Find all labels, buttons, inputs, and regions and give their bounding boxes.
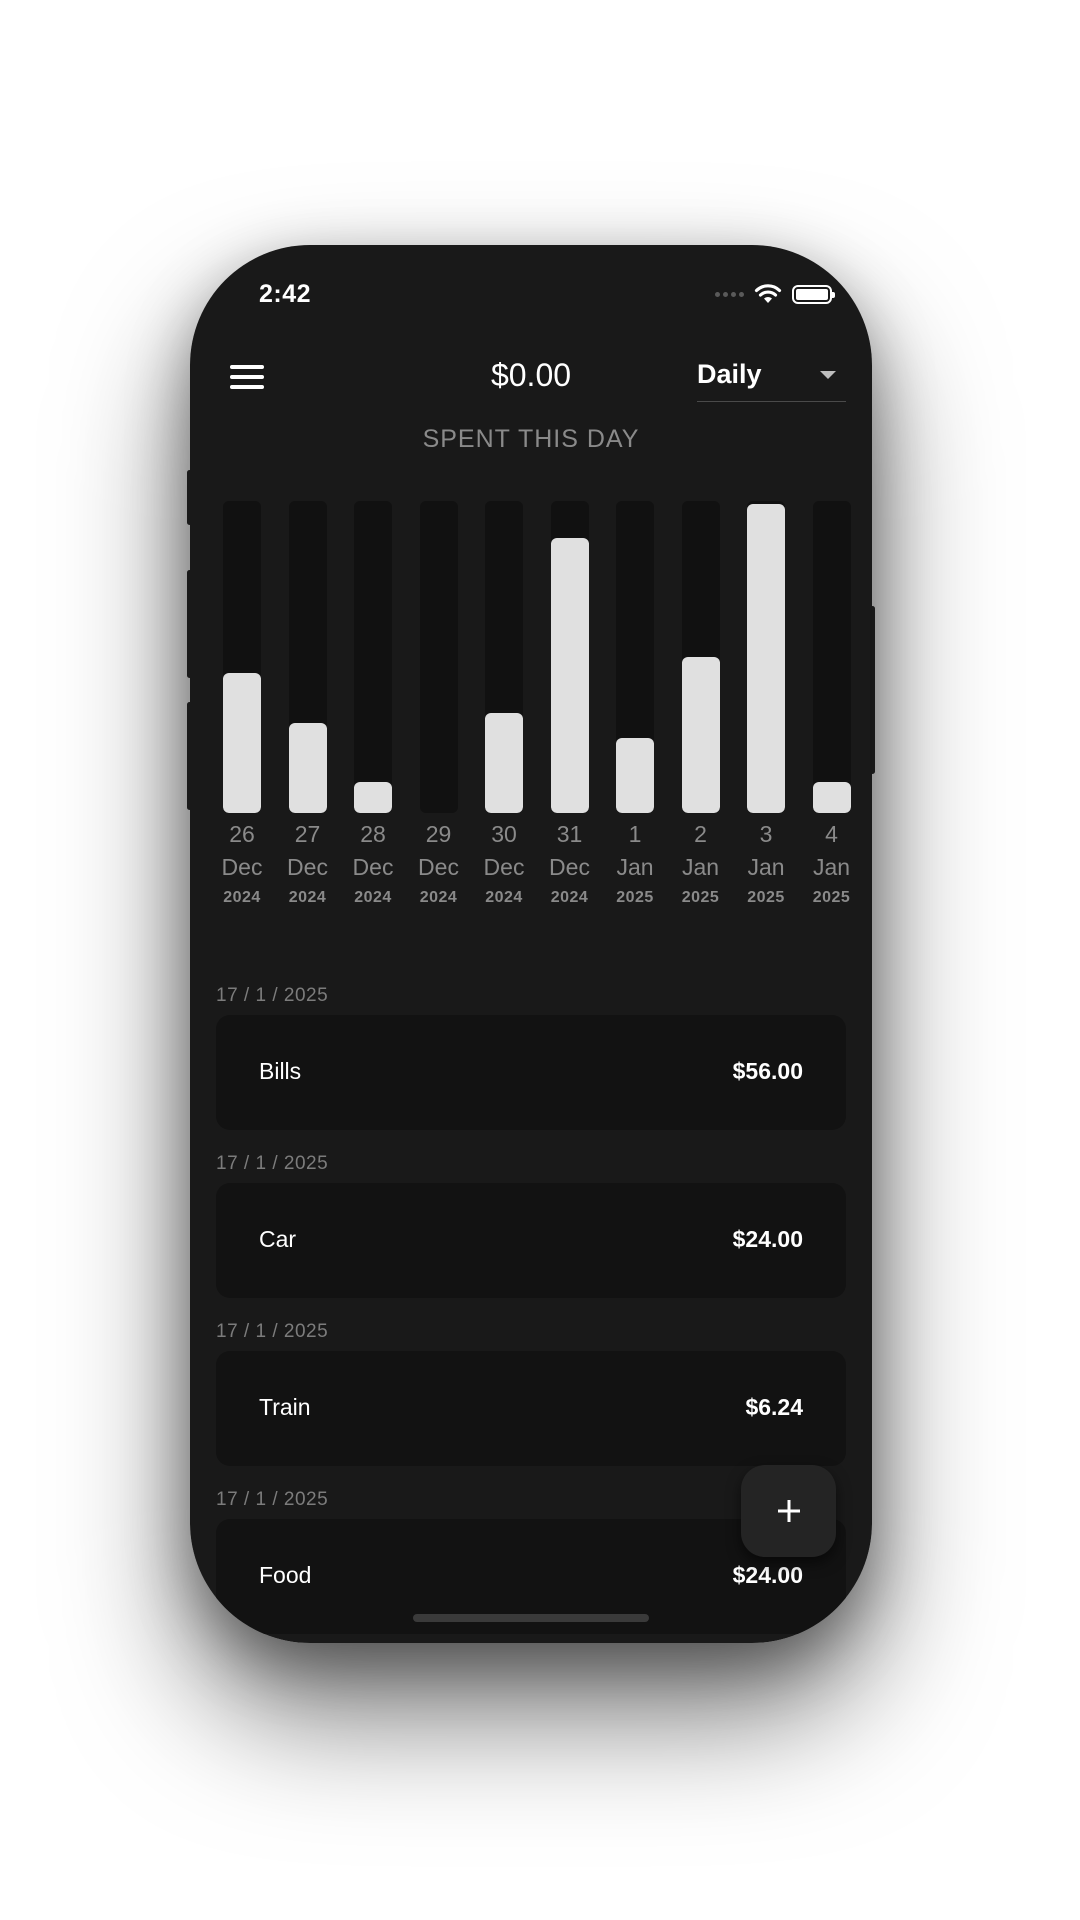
plus-icon — [777, 1500, 800, 1522]
phone-screen: 2:42 $0.00 Daily SPENT THIS DAY 26 Dec 202… — [190, 245, 872, 1643]
bar-label-year: 2024 — [550, 889, 589, 906]
bar-label-year: 2024 — [485, 889, 523, 906]
entry-date: 17 / 1 / 2025 — [216, 985, 329, 1006]
bar-label-day: 3 — [759, 821, 773, 847]
bar-track — [747, 501, 785, 813]
bar-label-month: Jan — [681, 854, 720, 880]
bar — [747, 504, 785, 813]
bar — [485, 713, 523, 813]
expense-amount: $24.00 — [732, 1562, 803, 1588]
bar-label-day: 28 — [360, 821, 386, 847]
bar-label-day: 2 — [694, 821, 707, 847]
period-dropdown[interactable]: Daily — [697, 357, 846, 402]
bar-label-day: 29 — [425, 821, 452, 847]
bar-label-year: 2024 — [288, 889, 327, 906]
entry-date: 17 / 1 / 2025 — [216, 1489, 329, 1510]
bar-label-month: Jan — [812, 854, 851, 880]
bar — [288, 723, 327, 813]
bar-track — [812, 501, 851, 813]
expense-name: Bills — [259, 1058, 302, 1084]
bar-track — [288, 501, 327, 813]
bar-track — [485, 501, 523, 813]
expense-name: Food — [259, 1562, 312, 1588]
status-time: 2:42 — [259, 280, 312, 308]
bar — [223, 673, 261, 813]
bar-label-year: 2025 — [812, 889, 851, 906]
bar-label-year: 2025 — [681, 889, 720, 906]
bar-label-month: Dec — [221, 854, 263, 880]
bar-label-day: 1 — [628, 821, 642, 847]
period-dropdown-value: Daily — [697, 359, 762, 389]
expense-amount: $56.00 — [732, 1058, 803, 1084]
add-expense-button[interactable] — [741, 1465, 836, 1557]
entry-date: 17 / 1 / 2025 — [216, 1321, 329, 1342]
bar-label-year: 2025 — [747, 889, 785, 906]
bar — [550, 538, 589, 813]
bar-label-month: Dec — [287, 854, 328, 880]
home-indicator[interactable] — [413, 1614, 649, 1622]
bar-track — [616, 501, 654, 813]
expense-name: Train — [259, 1394, 311, 1420]
spending-bar-chart: 26 Dec 2024 27 Dec 2024 28 Dec 2024 29 Dec 2024 30 De… — [222, 501, 851, 906]
caret-down-icon — [820, 371, 836, 379]
expense-amount: $6.24 — [745, 1394, 803, 1420]
status-icons — [715, 283, 835, 305]
bar — [616, 738, 654, 813]
bar-label-day: 31 — [556, 821, 583, 847]
bar-track — [550, 501, 589, 813]
signal-icon — [715, 291, 744, 297]
expense-item[interactable]: Bills $56.00 — [216, 1015, 846, 1130]
bar-label-month: Dec — [418, 854, 459, 880]
bar-label-year: 2024 — [354, 889, 392, 906]
bar-track — [223, 501, 261, 813]
bar-label-day: 27 — [294, 821, 321, 847]
wifi-icon — [754, 284, 782, 303]
bar — [681, 657, 720, 813]
entry-date: 17 / 1 / 2025 — [216, 1153, 329, 1174]
bar-label-day: 30 — [491, 821, 517, 847]
bar-label-year: 2024 — [223, 889, 261, 906]
bar-label-month: Dec — [549, 854, 590, 880]
bar-label-month: Jan — [747, 854, 785, 880]
bar-label-day: 26 — [229, 821, 255, 847]
expense-item[interactable]: Train $6.24 — [216, 1351, 846, 1466]
bar-column[interactable]: 4 Jan 2025 — [812, 501, 873, 906]
bar-label-day: 4 — [825, 821, 838, 847]
expense-item[interactable]: Car $24.00 — [216, 1183, 846, 1298]
bar-label-year: 2024 — [419, 889, 458, 906]
bar — [812, 782, 851, 813]
expense-amount: $24.00 — [732, 1226, 803, 1252]
bar-label-month: Dec — [352, 854, 394, 880]
bar-track — [354, 501, 392, 813]
battery-icon — [792, 284, 835, 304]
bar — [354, 782, 392, 813]
bar-track — [681, 501, 720, 813]
bar-track — [419, 501, 458, 813]
bar-label-month: Jan — [616, 854, 654, 880]
expense-name: Car — [259, 1226, 297, 1252]
bar-label-month: Dec — [483, 854, 525, 880]
bar-label-year: 2025 — [616, 889, 654, 906]
chart-subtitle: SPENT THIS DAY — [422, 425, 640, 453]
